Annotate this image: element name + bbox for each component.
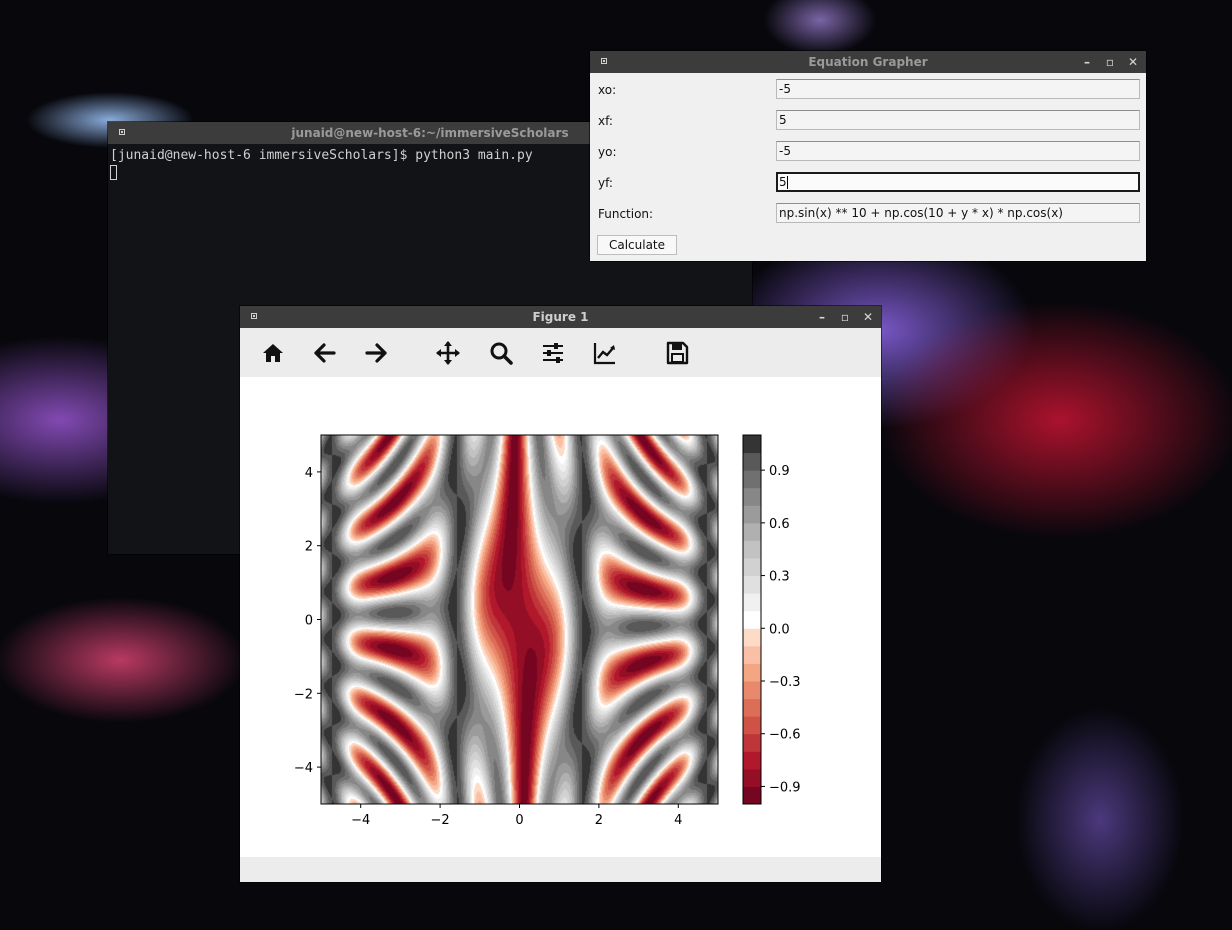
colorbar-tick-label: 0.0 — [769, 622, 790, 637]
minimize-icon[interactable]: – — [817, 306, 827, 328]
colorbar-band — [743, 768, 761, 787]
colorbar-tick-label: −0.6 — [769, 728, 801, 743]
maximize-icon[interactable]: ▫ — [1105, 51, 1115, 73]
forward-arrow-icon[interactable] — [362, 339, 390, 367]
y-tick-label: −4 — [294, 761, 313, 776]
colorbar-tick-label: −0.9 — [769, 780, 801, 795]
colorbar-band — [743, 628, 761, 647]
maximize-icon[interactable]: ▫ — [840, 306, 850, 328]
contour-image — [321, 435, 718, 804]
colorbar-band — [743, 645, 761, 664]
pan-icon[interactable] — [434, 339, 462, 367]
calculate-button[interactable]: Calculate — [597, 235, 677, 255]
yo-input[interactable]: -5 — [776, 141, 1140, 161]
figure-statusbar — [240, 857, 881, 882]
y-tick-label: 2 — [305, 540, 313, 555]
contour-fill — [321, 435, 718, 804]
xo-label: xo: — [598, 83, 617, 97]
plot-toolbar — [240, 328, 881, 377]
colorbar — [743, 435, 761, 805]
xo-row: xo: -5 — [590, 79, 1146, 101]
zoom-icon[interactable] — [487, 339, 515, 367]
y-axis: 4 2 0 −2 −4 — [294, 466, 321, 776]
colorbar-band — [743, 663, 761, 682]
window-menu-icon[interactable] — [601, 58, 607, 64]
x-tick-label: 2 — [595, 813, 603, 828]
edit-axis-icon[interactable] — [591, 339, 619, 367]
equation-grapher-window[interactable]: Equation Grapher – ▫ ✕ xo: -5 xf: 5 yo: … — [590, 51, 1146, 261]
function-label: Function: — [598, 207, 654, 221]
xf-row: xf: 5 — [590, 110, 1146, 132]
terminal-title: junaid@new-host-6:~/immersiveScholars — [291, 126, 569, 140]
y-tick-label: 0 — [305, 614, 313, 629]
x-tick-label: −4 — [351, 813, 370, 828]
x-axis: −4 −2 0 2 4 — [351, 804, 682, 828]
colorbar-band — [743, 698, 761, 717]
xf-label: xf: — [598, 114, 613, 128]
x-tick-label: −2 — [431, 813, 450, 828]
yo-row: yo: -5 — [590, 141, 1146, 163]
yf-row: yf: 5 — [590, 172, 1146, 194]
colorbar-band — [743, 575, 761, 594]
xf-input[interactable]: 5 — [776, 110, 1140, 130]
text-caret — [786, 176, 788, 189]
colorbar-axis: 0.9 0.6 0.3 0.0 −0.3 −0.6 −0.9 — [761, 464, 801, 795]
colorbar-band — [743, 452, 761, 471]
back-arrow-icon[interactable] — [311, 339, 339, 367]
home-icon[interactable] — [259, 339, 287, 367]
yf-input-value: 5 — [779, 175, 787, 189]
colorbar-band — [743, 610, 761, 629]
window-menu-icon[interactable] — [251, 313, 257, 319]
terminal-cursor — [110, 165, 117, 180]
colorbar-tick-label: 0.9 — [769, 464, 790, 479]
colorbar-band — [743, 470, 761, 489]
contour-plot[interactable]: −4 −2 0 2 4 4 2 0 −2 −4 0.9 0.6 0.3 0.0 −0.3 −0.6 −0.9 — [240, 377, 881, 857]
grapher-titlebar[interactable]: Equation Grapher – ▫ ✕ — [590, 51, 1146, 73]
close-icon[interactable]: ✕ — [863, 306, 873, 328]
function-input[interactable]: np.sin(x) ** 10 + np.cos(10 + y * x) * n… — [776, 203, 1140, 223]
close-icon[interactable]: ✕ — [1128, 51, 1138, 73]
window-menu-icon[interactable] — [119, 129, 125, 135]
colorbar-tick-label: 0.6 — [769, 517, 790, 532]
x-tick-label: 0 — [515, 813, 523, 828]
colorbar-tick-label: 0.3 — [769, 570, 790, 585]
colorbar-band — [743, 593, 761, 612]
figure-window[interactable]: Figure 1 – ▫ ✕ −4 −2 0 2 4 4 2 0 −2 −4 0… — [240, 306, 881, 882]
colorbar-band — [743, 558, 761, 577]
y-tick-label: −2 — [294, 687, 313, 702]
colorbar-band — [743, 716, 761, 735]
colorbar-band — [743, 681, 761, 700]
xo-input[interactable]: -5 — [776, 79, 1140, 99]
figure-title: Figure 1 — [532, 310, 589, 324]
configure-subplots-icon[interactable] — [539, 339, 567, 367]
y-tick-label: 4 — [305, 466, 313, 481]
colorbar-band — [743, 487, 761, 506]
colorbar-band — [743, 435, 761, 454]
colorbar-band — [743, 733, 761, 752]
yo-label: yo: — [598, 145, 617, 159]
grapher-title: Equation Grapher — [808, 55, 928, 69]
colorbar-tick-label: −0.3 — [769, 675, 801, 690]
yf-label: yf: — [598, 176, 613, 190]
colorbar-band — [743, 505, 761, 524]
colorbar-band — [743, 786, 761, 805]
minimize-icon[interactable]: – — [1082, 51, 1092, 73]
save-icon[interactable] — [663, 339, 691, 367]
yf-input[interactable]: 5 — [776, 172, 1140, 192]
figure-titlebar[interactable]: Figure 1 – ▫ ✕ — [240, 306, 881, 328]
x-tick-label: 4 — [674, 813, 682, 828]
function-row: Function: np.sin(x) ** 10 + np.cos(10 + … — [590, 203, 1146, 225]
colorbar-band — [743, 522, 761, 541]
colorbar-band — [743, 540, 761, 559]
colorbar-band — [743, 751, 761, 770]
